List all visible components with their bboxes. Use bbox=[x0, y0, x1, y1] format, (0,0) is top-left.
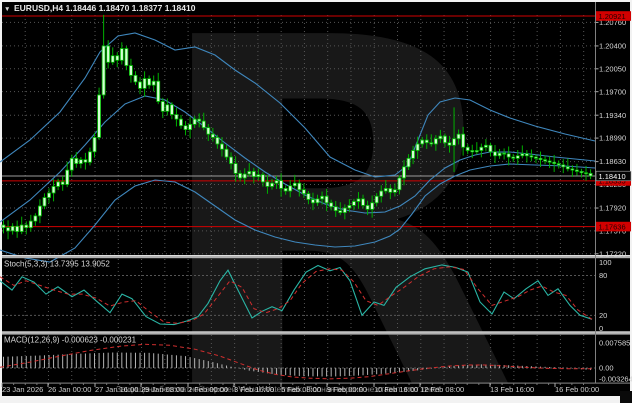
svg-text:1.17920: 1.17920 bbox=[599, 204, 626, 213]
svg-text:16 Feb 00:00: 16 Feb 00:00 bbox=[555, 385, 599, 394]
svg-text:1.20400: 1.20400 bbox=[599, 42, 626, 51]
svg-text:1.19340: 1.19340 bbox=[599, 111, 626, 120]
current-price-badge: 1.18410 bbox=[599, 172, 626, 181]
corner-box bbox=[620, 391, 632, 403]
svg-text:13 Feb 16:00: 13 Feb 16:00 bbox=[490, 385, 534, 394]
svg-text:0.007585: 0.007585 bbox=[599, 339, 630, 348]
svg-text:1.18630: 1.18630 bbox=[599, 157, 626, 166]
svg-text:0: 0 bbox=[599, 324, 603, 333]
stochastic-label: Stoch(5,3,3) 13.7395 13.9052 bbox=[4, 260, 110, 269]
svg-text:1.17636: 1.17636 bbox=[599, 222, 626, 231]
svg-text:1.20050: 1.20050 bbox=[599, 64, 626, 73]
svg-text:1.20921: 1.20921 bbox=[599, 12, 626, 21]
svg-text:1.18990: 1.18990 bbox=[599, 134, 626, 143]
watermark-r-letter: R bbox=[148, 0, 518, 403]
chart-window: R 1.20760 1.20400 1.20050 1.19700 1.19340 1.1… bbox=[0, 0, 632, 403]
svg-text:0.00: 0.00 bbox=[599, 364, 614, 373]
symbol-ohlc-header: EURUSD,H4 1.18446 1.18470 1.18377 1.1841… bbox=[14, 3, 196, 13]
dropdown-arrow-icon[interactable]: ▼ bbox=[4, 6, 10, 13]
svg-text:23 Jan 2026: 23 Jan 2026 bbox=[2, 385, 43, 394]
svg-text:1.19700: 1.19700 bbox=[599, 87, 626, 96]
price-chart: R 1.207601.204001.200501.197001.193401.1… bbox=[0, 0, 632, 403]
svg-text:80: 80 bbox=[599, 271, 607, 280]
macd-label: MACD(12,26,9) -0.000623 -0.000231 bbox=[4, 336, 137, 345]
watermark-text: Защищено бесплатной версией Visual Water… bbox=[116, 384, 441, 394]
svg-text:100: 100 bbox=[599, 258, 612, 267]
svg-text:20: 20 bbox=[599, 311, 607, 320]
svg-text:26 Jan 00:00: 26 Jan 00:00 bbox=[48, 385, 91, 394]
svg-text:-0.003264: -0.003264 bbox=[599, 374, 632, 383]
